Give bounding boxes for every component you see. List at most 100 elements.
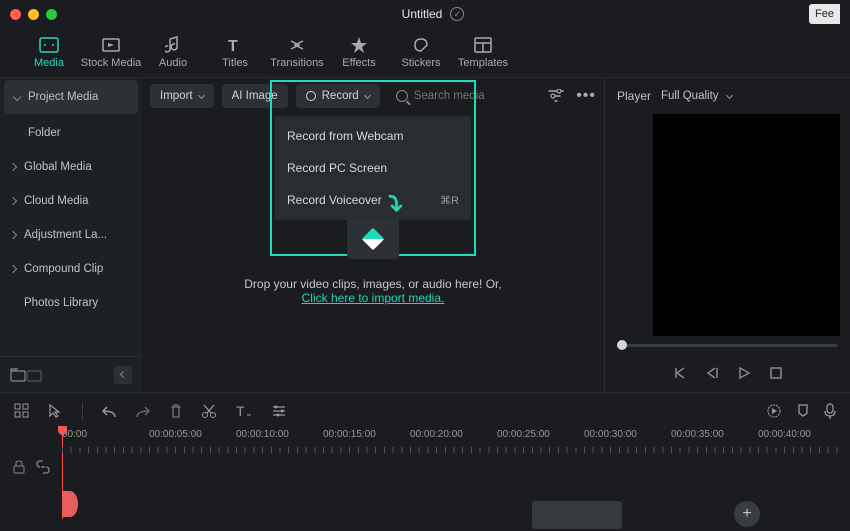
step-back-icon[interactable] — [705, 366, 719, 380]
timeline-tracks[interactable]: + — [0, 453, 850, 531]
dropdown-record-screen[interactable]: Record PC Screen — [275, 152, 471, 184]
player-header: Player Full Quality — [605, 78, 850, 114]
render-icon[interactable] — [766, 403, 782, 419]
sidebar-header-label: Project Media — [28, 91, 98, 103]
arrow-down-icon — [377, 193, 403, 219]
sync-status-icon[interactable]: ✓ — [450, 7, 464, 21]
stock-media-icon — [101, 36, 121, 54]
chevron-right-icon — [9, 231, 17, 239]
player-controls — [605, 354, 850, 392]
record-button[interactable]: Record — [296, 84, 380, 108]
dropdown-record-webcam[interactable]: Record from Webcam — [275, 120, 471, 152]
effects-icon — [349, 36, 369, 54]
mic-icon[interactable] — [824, 403, 836, 419]
import-link[interactable]: Click here to import media. — [302, 291, 445, 305]
pointer-icon[interactable] — [48, 403, 64, 419]
new-bin-icon[interactable] — [26, 368, 42, 382]
player-panel: Player Full Quality — [604, 78, 850, 392]
more-options-icon[interactable]: ••• — [576, 87, 596, 105]
play-icon[interactable] — [737, 366, 751, 380]
maximize-window-icon[interactable] — [46, 9, 57, 20]
tab-media[interactable]: Media — [18, 36, 80, 69]
close-window-icon[interactable] — [10, 9, 21, 20]
chevron-right-icon — [9, 163, 17, 171]
templates-icon — [473, 36, 493, 54]
timeline-toolbar: T — [0, 393, 850, 429]
svg-text:T: T — [228, 38, 238, 53]
add-track-button[interactable]: + — [734, 501, 760, 527]
dropzone-text: Drop your video clips, images, or audio … — [244, 277, 501, 305]
feedback-button[interactable]: Fee — [809, 4, 840, 24]
delete-icon[interactable] — [169, 403, 183, 419]
track-headers — [0, 453, 62, 531]
track-clip[interactable] — [532, 501, 622, 529]
chevron-right-icon — [9, 197, 17, 205]
text-tool-icon[interactable]: T — [235, 403, 253, 419]
lock-track-icon[interactable] — [11, 460, 27, 474]
chevron-right-icon — [9, 265, 17, 273]
prev-frame-icon[interactable] — [673, 366, 687, 380]
import-button[interactable]: Import — [150, 84, 214, 108]
grid-icon[interactable] — [14, 403, 30, 419]
video-preview[interactable] — [653, 114, 840, 336]
chevron-down-icon — [198, 91, 205, 98]
quality-selector[interactable]: Full Quality — [661, 90, 732, 102]
content-toolbar: Import AI Image Record ••• — [142, 78, 604, 114]
titlebar: Untitled ✓ Fee — [0, 0, 850, 28]
track-area[interactable]: + — [62, 453, 850, 531]
sidebar-item-cloud-media[interactable]: Cloud Media — [0, 184, 142, 218]
folder-icon — [347, 219, 399, 259]
transitions-icon — [287, 36, 307, 54]
chevron-down-icon — [13, 93, 21, 101]
cut-icon[interactable] — [201, 403, 217, 419]
track-marker[interactable] — [62, 491, 78, 517]
timeline: T 00:00 00:00:05:00 00:00:10:00 00:00:15… — [0, 392, 850, 531]
search-box[interactable] — [388, 84, 512, 108]
media-icon — [39, 36, 59, 54]
ai-image-button[interactable]: AI Image — [222, 84, 288, 108]
adjust-icon[interactable] — [271, 404, 287, 418]
stickers-icon — [411, 36, 431, 54]
new-folder-icon[interactable] — [10, 368, 26, 382]
tab-titles[interactable]: T Titles — [204, 36, 266, 69]
content-area: Import AI Image Record ••• Record — [142, 78, 604, 392]
sidebar-item-global-media[interactable]: Global Media — [0, 150, 142, 184]
stop-icon[interactable] — [769, 366, 783, 380]
sidebar-bottom-bar — [0, 356, 142, 392]
sidebar-item-adjustment-layer[interactable]: Adjustment La... — [0, 218, 142, 252]
filter-icon[interactable] — [548, 89, 564, 103]
minimize-window-icon[interactable] — [28, 9, 39, 20]
document-title: Untitled — [402, 7, 443, 21]
timeline-ruler[interactable]: 00:00 00:00:05:00 00:00:10:00 00:00:15:0… — [0, 429, 850, 453]
player-label: Player — [617, 89, 651, 103]
sidebar-item-photos-library[interactable]: Photos Library — [0, 286, 142, 320]
tab-transitions[interactable]: Transitions — [266, 36, 328, 69]
sidebar-item-folder[interactable]: Folder — [0, 116, 142, 150]
tab-effects[interactable]: Effects — [328, 36, 390, 69]
main-tabs: Media Stock Media Audio T Titles Transit… — [0, 28, 850, 78]
chevron-left-icon — [119, 371, 126, 378]
shortcut-label: ⌘R — [440, 194, 459, 207]
tab-templates[interactable]: Templates — [452, 36, 514, 69]
search-icon — [396, 90, 408, 102]
link-track-icon[interactable] — [35, 460, 51, 474]
app-logo-icon — [362, 228, 385, 251]
sidebar-item-compound-clip[interactable]: Compound Clip — [0, 252, 142, 286]
sidebar-project-media[interactable]: Project Media — [4, 80, 138, 114]
record-icon — [306, 91, 316, 101]
marker-icon[interactable] — [796, 403, 810, 419]
collapse-sidebar-button[interactable] — [114, 366, 132, 384]
chevron-down-icon — [364, 91, 371, 98]
window-controls — [10, 9, 57, 20]
titles-icon: T — [225, 36, 245, 54]
import-graphic — [341, 201, 405, 265]
tab-stock-media[interactable]: Stock Media — [80, 36, 142, 69]
undo-icon[interactable] — [101, 404, 117, 418]
redo-icon[interactable] — [135, 404, 151, 418]
tab-stickers[interactable]: Stickers — [390, 36, 452, 69]
tab-audio[interactable]: Audio — [142, 36, 204, 69]
search-input[interactable] — [414, 90, 504, 102]
scrub-thumb[interactable] — [617, 340, 627, 350]
scrub-bar[interactable] — [605, 336, 850, 354]
chevron-down-icon — [726, 91, 733, 98]
